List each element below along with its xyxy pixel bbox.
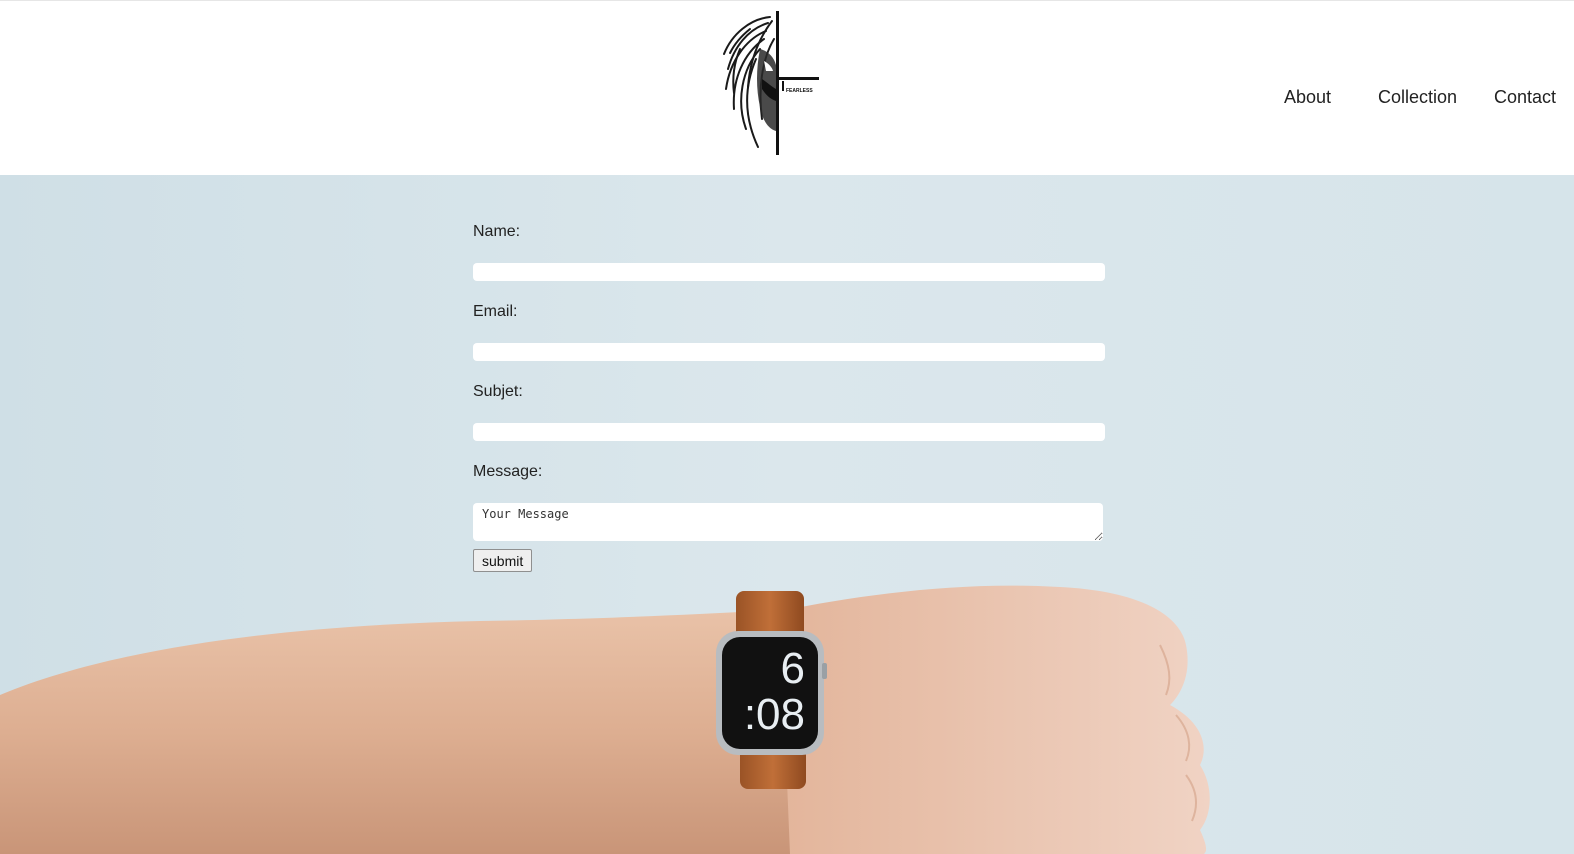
nav-about-link[interactable]: About — [1284, 87, 1331, 108]
forearm — [0, 611, 800, 854]
hero-section: 6 :08 Name: Email: Subjet: Message: subm… — [0, 175, 1574, 854]
site-header: FEARLESS About Collection Contact — [0, 0, 1574, 175]
watch-minutes: :08 — [744, 690, 805, 739]
email-field[interactable] — [473, 343, 1105, 361]
nav-collection-link[interactable]: Collection — [1378, 87, 1457, 108]
message-textarea[interactable] — [473, 503, 1103, 541]
name-label: Name: — [473, 223, 521, 240]
email-label: Email: — [473, 303, 518, 320]
message-label: Message: — [473, 463, 543, 480]
lion-logo-icon[interactable]: FEARLESS — [710, 9, 825, 157]
watch-hour: 6 — [781, 644, 805, 693]
svg-text:FEARLESS: FEARLESS — [786, 88, 813, 94]
hand — [780, 585, 1210, 854]
name-field[interactable] — [473, 263, 1105, 281]
submit-button[interactable]: submit — [473, 549, 533, 572]
subject-label: Subjet: — [473, 383, 523, 400]
nav-contact-link[interactable]: Contact — [1494, 87, 1556, 108]
subject-field[interactable] — [473, 423, 1105, 441]
